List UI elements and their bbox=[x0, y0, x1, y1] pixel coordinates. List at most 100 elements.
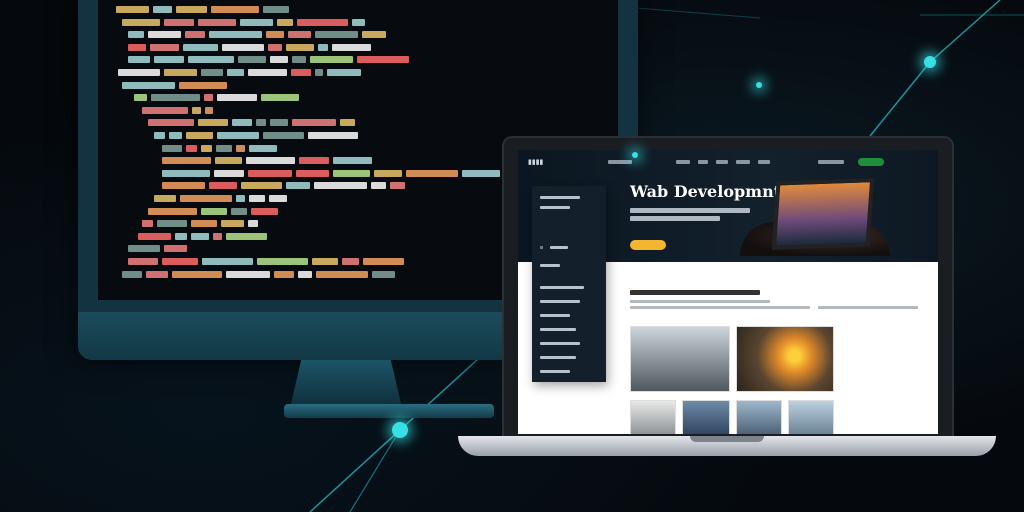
sidebar-item[interactable] bbox=[540, 342, 580, 345]
code-token bbox=[122, 18, 160, 26]
code-line bbox=[128, 245, 187, 253]
code-token bbox=[213, 232, 222, 240]
code-line bbox=[138, 232, 267, 241]
gallery-image[interactable] bbox=[736, 400, 782, 434]
code-token bbox=[277, 18, 293, 26]
code-line bbox=[134, 94, 299, 102]
sidebar-line bbox=[540, 264, 560, 267]
code-token bbox=[372, 270, 395, 278]
code-token bbox=[296, 169, 329, 177]
code-token bbox=[128, 43, 146, 51]
code-line bbox=[154, 195, 287, 203]
code-line bbox=[122, 18, 365, 27]
gallery-image[interactable] bbox=[788, 400, 834, 434]
code-token bbox=[251, 207, 278, 215]
code-token bbox=[226, 232, 267, 240]
code-token bbox=[205, 106, 213, 114]
code-token bbox=[138, 232, 171, 240]
sidebar-item[interactable] bbox=[540, 356, 576, 359]
code-token bbox=[327, 69, 361, 76]
code-token bbox=[256, 119, 266, 127]
nav-item[interactable] bbox=[758, 160, 770, 164]
gallery-image-mountains[interactable] bbox=[630, 326, 730, 392]
hero-cta-button[interactable] bbox=[630, 240, 666, 250]
code-token bbox=[204, 94, 213, 102]
code-token bbox=[162, 144, 182, 152]
section-heading bbox=[630, 290, 760, 295]
code-token bbox=[162, 169, 210, 177]
nav-item[interactable] bbox=[608, 160, 632, 164]
code-token bbox=[312, 258, 338, 265]
code-token bbox=[148, 207, 197, 215]
code-token bbox=[191, 232, 209, 240]
code-token bbox=[198, 18, 236, 26]
code-token bbox=[266, 31, 284, 39]
sidebar-dot bbox=[540, 246, 543, 249]
code-line bbox=[128, 258, 404, 266]
code-line bbox=[154, 132, 358, 140]
sidebar-item[interactable] bbox=[540, 370, 570, 373]
code-token bbox=[227, 69, 244, 76]
code-token bbox=[217, 94, 257, 102]
code-token bbox=[122, 270, 142, 278]
code-token bbox=[211, 6, 259, 13]
code-token bbox=[176, 6, 207, 13]
code-token bbox=[268, 43, 282, 51]
code-token bbox=[154, 56, 184, 64]
code-token bbox=[209, 31, 262, 39]
code-token bbox=[246, 157, 295, 165]
code-token bbox=[150, 43, 179, 51]
code-line bbox=[128, 56, 409, 64]
code-token bbox=[263, 132, 304, 139]
code-token bbox=[201, 207, 227, 215]
code-token bbox=[231, 207, 247, 215]
code-token bbox=[134, 94, 147, 102]
nav-item[interactable] bbox=[698, 160, 708, 164]
code-token bbox=[315, 69, 323, 76]
gallery-image[interactable] bbox=[630, 400, 676, 434]
nav-item[interactable] bbox=[716, 160, 728, 164]
code-token bbox=[270, 119, 288, 127]
code-line bbox=[162, 169, 500, 178]
code-token bbox=[216, 144, 232, 152]
code-token bbox=[332, 43, 371, 51]
code-token bbox=[162, 258, 198, 265]
code-token bbox=[118, 69, 160, 76]
code-token bbox=[201, 69, 223, 76]
nav-cta-button[interactable] bbox=[858, 158, 884, 166]
code-token bbox=[333, 157, 372, 165]
hero-title: Wab Developmnt bbox=[630, 182, 782, 201]
hero-subtitle bbox=[630, 208, 750, 213]
code-token bbox=[153, 6, 172, 13]
body-text bbox=[630, 306, 810, 309]
nav-item[interactable] bbox=[736, 160, 750, 164]
code-token bbox=[222, 43, 264, 51]
sidebar-item[interactable] bbox=[540, 314, 570, 317]
code-line bbox=[116, 6, 289, 14]
code-token bbox=[288, 31, 311, 39]
code-token bbox=[269, 195, 287, 202]
code-token bbox=[292, 119, 336, 127]
code-token bbox=[198, 119, 228, 127]
sidebar-item[interactable] bbox=[540, 286, 584, 289]
code-token bbox=[257, 258, 308, 265]
code-token bbox=[148, 119, 194, 127]
code-token bbox=[371, 182, 386, 190]
code-token bbox=[310, 56, 353, 64]
code-token bbox=[164, 18, 194, 26]
body-text bbox=[630, 300, 770, 303]
code-token bbox=[148, 31, 181, 39]
code-line bbox=[148, 207, 278, 216]
nav-item[interactable] bbox=[818, 160, 844, 164]
code-token bbox=[128, 31, 144, 39]
gallery-image-sunset[interactable] bbox=[736, 326, 834, 392]
code-token bbox=[128, 56, 150, 64]
code-token bbox=[390, 182, 405, 190]
sidebar-item[interactable] bbox=[540, 328, 576, 331]
code-token bbox=[202, 258, 253, 265]
code-token bbox=[215, 157, 242, 165]
network-node bbox=[756, 82, 762, 88]
sidebar-item[interactable] bbox=[540, 300, 580, 303]
gallery-image[interactable] bbox=[682, 400, 730, 434]
nav-item[interactable] bbox=[676, 160, 690, 164]
